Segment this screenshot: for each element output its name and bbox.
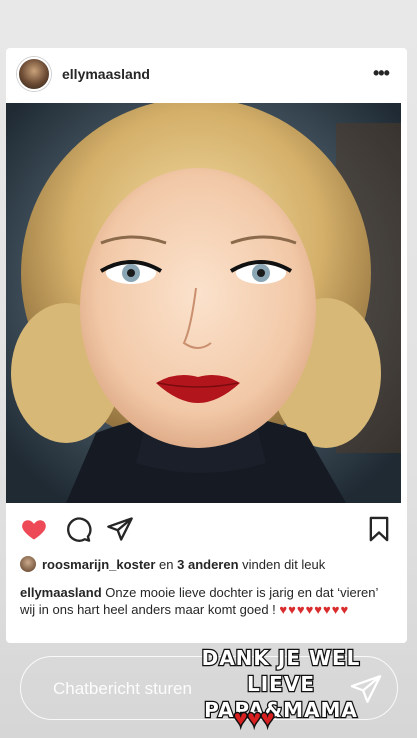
post-actions (6, 515, 407, 545)
liker-avatar (20, 556, 36, 572)
post-photo (6, 103, 401, 503)
text-sticker: DANK JE WEL LIEVE PAPA&MAMA (176, 645, 386, 724)
portrait-image (6, 103, 401, 503)
post-caption: ellymaasland Onze mooie lieve dochter is… (20, 584, 396, 618)
likes-summary[interactable]: roosmarijn_koster en 3 anderen vinden di… (20, 556, 325, 576)
shared-post-card[interactable]: ellymaasland ••• roosmarijn_koster en 3 … (6, 48, 407, 643)
avatar[interactable] (17, 57, 51, 91)
post-header: ellymaasland ••• (6, 48, 407, 100)
sticker-hearts: ♥♥♥ (232, 702, 276, 734)
comment-icon[interactable] (64, 515, 92, 543)
reply-placeholder: Chatbericht sturen (53, 679, 192, 698)
more-icon[interactable]: ••• (373, 64, 393, 82)
likes-suffix: vinden dit leuk (238, 557, 326, 572)
caption-username[interactable]: ellymaasland (20, 585, 102, 600)
heart-icon[interactable] (20, 515, 48, 543)
post-username[interactable]: ellymaasland (62, 66, 150, 82)
bookmark-icon[interactable] (365, 515, 393, 543)
first-liker[interactable]: roosmarijn_koster (42, 557, 155, 572)
sticker-line-1: DANK JE WEL LIEVE (200, 645, 361, 698)
sticker-line-2: PAPA&MAMA (203, 697, 358, 724)
paper-plane-icon[interactable] (106, 515, 134, 543)
likes-connector: en (155, 557, 178, 572)
likes-others[interactable]: 3 anderen (177, 557, 238, 572)
caption-hearts: ♥♥♥♥♥♥♥♥ (279, 602, 350, 617)
